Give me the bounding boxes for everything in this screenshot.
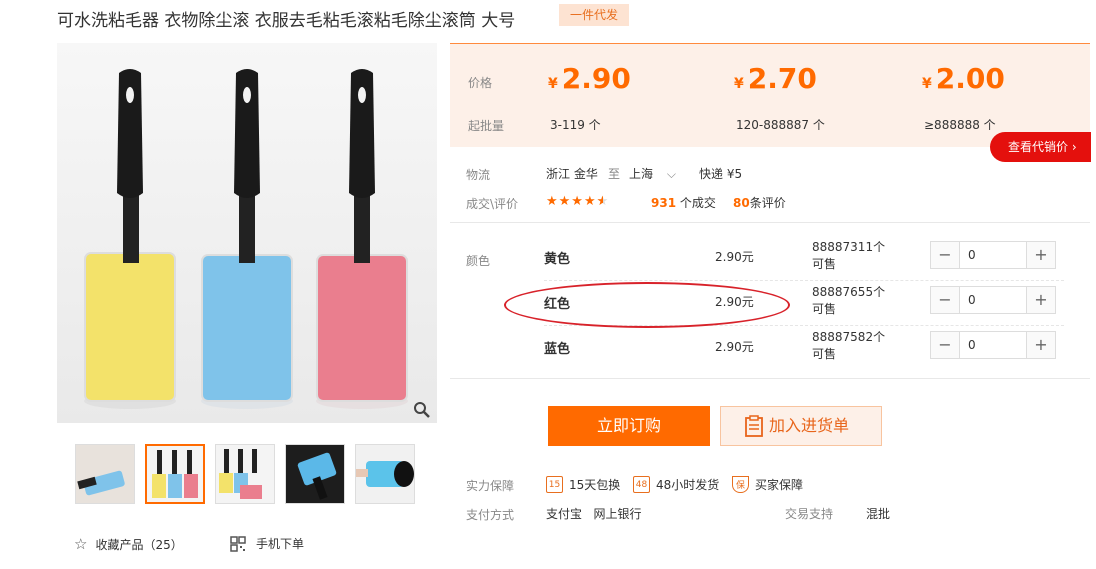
mobile-order-button[interactable]: 手机下单	[230, 535, 304, 552]
sku-row-blue: 蓝色 2.90元 88887582个可售 − 0 +	[544, 326, 1064, 371]
plus-button[interactable]: +	[1027, 287, 1055, 313]
trade-support-value: 混批	[866, 507, 891, 521]
qty-tier-1: 3-119 个	[550, 118, 601, 132]
rating-stars: ★★★★★★	[546, 194, 610, 209]
sku-price: 2.90元	[715, 250, 754, 264]
view-agent-price-button[interactable]: 查看代销价 ›	[990, 132, 1091, 162]
exchange-15-icon: 15	[546, 476, 563, 493]
guarantee-15day[interactable]: 15 15天包换	[546, 476, 620, 493]
review-count[interactable]: 80条评价	[733, 194, 786, 211]
ship-from: 浙江 金华	[546, 167, 598, 181]
quantity-input[interactable]: 0	[959, 242, 1027, 268]
thumbnail-3[interactable]	[215, 444, 275, 504]
thumbnail-2[interactable]	[145, 444, 205, 504]
thumbnail-5[interactable]	[355, 444, 415, 504]
price-tier-3: ¥2.00	[922, 62, 1005, 95]
moq-label: 起批量	[468, 119, 505, 133]
sku-stock: 88887582个可售	[812, 330, 886, 361]
quantity-stepper: − 0 +	[930, 331, 1056, 359]
price-tier-2: ¥2.70	[734, 62, 817, 95]
price-tier-1: ¥2.90	[548, 62, 631, 95]
ship-to-select[interactable]: 上海 ⌵	[629, 165, 676, 182]
add-to-cart-label: 加入进货单	[769, 416, 850, 435]
payment-methods: 支付宝 网上银行	[546, 507, 642, 521]
minus-button[interactable]: −	[931, 287, 959, 313]
sku-row-yellow: 黄色 2.90元 88887311个可售 − 0 +	[544, 236, 1064, 281]
deal-count[interactable]: 931 个成交	[651, 194, 716, 211]
qrcode-icon	[230, 535, 246, 552]
favorite-product-button[interactable]: ☆ 收藏产品（25）	[74, 535, 183, 553]
quantity-input[interactable]: 0	[959, 332, 1027, 358]
sku-name: 黄色	[544, 252, 571, 267]
price-panel: 价格 起批量 ¥2.90 ¥2.70 ¥2.00 3-119 个 120-888…	[450, 43, 1090, 147]
plus-button[interactable]: +	[1027, 242, 1055, 268]
qty-tier-2: 120-888887 个	[736, 118, 825, 132]
zoom-icon[interactable]	[413, 401, 431, 419]
favorite-label: 收藏产品（25）	[95, 537, 183, 552]
ship-to-value: 上海	[629, 167, 654, 181]
sku-name: 蓝色	[544, 342, 571, 357]
star-outline-icon: ☆	[74, 535, 88, 553]
quantity-stepper: − 0 +	[930, 241, 1056, 269]
buy-now-button[interactable]: 立即订购	[548, 406, 710, 446]
quantity-input[interactable]: 0	[959, 287, 1027, 313]
sku-price: 2.90元	[715, 340, 754, 354]
payment-label: 支付方式	[466, 508, 515, 522]
thumbnail-4[interactable]	[285, 444, 345, 504]
deals-label: 成交\评价	[466, 197, 519, 211]
minus-button[interactable]: −	[931, 332, 959, 358]
ship-to-word: 至	[608, 167, 621, 181]
sku-stock: 88887311个可售	[812, 240, 886, 271]
section-divider	[450, 222, 1090, 223]
color-label: 颜色	[466, 254, 491, 268]
qty-tier-3: ≥888888 个	[924, 118, 996, 132]
logistics-label: 物流	[466, 168, 491, 182]
guarantee-48h[interactable]: 48 48小时发货	[633, 476, 719, 493]
shield-icon: 保	[732, 476, 749, 493]
mobile-order-label: 手机下单	[256, 537, 305, 551]
dropship-badge[interactable]: 一件代发	[559, 4, 630, 26]
shipping-fee: 快递 ¥5	[699, 167, 743, 181]
clipboard-icon	[745, 415, 763, 437]
sku-stock: 88887655个可售	[812, 285, 886, 316]
main-product-image[interactable]	[57, 43, 437, 423]
product-title: 可水洗粘毛器 衣物除尘滚 衣服去毛粘毛滚粘毛除尘滚筒 大号	[57, 11, 516, 31]
guarantee-buyer[interactable]: 保 买家保障	[732, 476, 803, 493]
highlight-ellipse	[504, 282, 790, 328]
plus-button[interactable]: +	[1027, 332, 1055, 358]
guarantee-label: 实力保障	[466, 479, 515, 493]
section-divider	[450, 378, 1090, 379]
chevron-down-icon: ⌵	[666, 167, 676, 181]
ship-48-icon: 48	[633, 476, 650, 493]
trade-support-label: 交易支持	[785, 507, 834, 521]
quantity-stepper: − 0 +	[930, 286, 1056, 314]
add-to-cart-button[interactable]: 加入进货单	[720, 406, 882, 446]
price-label: 价格	[468, 76, 493, 90]
thumbnail-1[interactable]	[75, 444, 135, 504]
minus-button[interactable]: −	[931, 242, 959, 268]
